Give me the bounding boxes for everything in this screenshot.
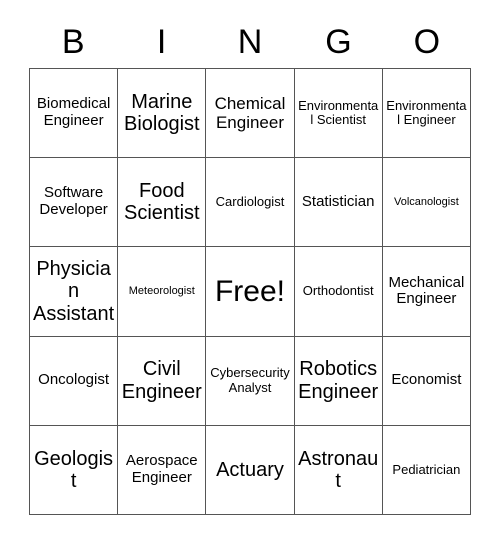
- bingo-cell-label: Oncologist: [38, 371, 110, 389]
- bingo-cell[interactable]: Mechanical Engineer: [382, 247, 471, 337]
- header-letter-i: I: [156, 23, 167, 61]
- header-letter-g: G: [325, 23, 352, 61]
- bingo-cell-label: Civil Engineer: [121, 358, 202, 403]
- bingo-cell-free[interactable]: Free!: [206, 247, 295, 337]
- bingo-cell[interactable]: Software Developer: [30, 158, 119, 248]
- bingo-cell-label: Physician Assistant: [33, 257, 115, 325]
- bingo-cell-label: Economist: [391, 371, 462, 389]
- bingo-cell-label: Chemical Engineer: [214, 94, 286, 133]
- bingo-cell-label: Environmental Engineer: [386, 97, 467, 128]
- bingo-cell-label: Statistician: [301, 192, 375, 210]
- bingo-cell[interactable]: Marine Biologist: [118, 69, 207, 159]
- bingo-header: B I N G O: [29, 16, 471, 68]
- bingo-cell-label: Cardiologist: [215, 194, 285, 210]
- bingo-cell[interactable]: Volcanologist: [382, 158, 471, 248]
- bingo-cell-label: Astronaut: [298, 447, 379, 492]
- bingo-cell-label: Geologist: [34, 447, 114, 492]
- bingo-cell-label: Food Scientist: [123, 179, 200, 225]
- bingo-grid: Biomedical Engineer Marine Biologist Chemi…: [29, 68, 471, 515]
- bingo-cell[interactable]: Aerospace Engineer: [118, 425, 207, 515]
- bingo-cell[interactable]: Chemical Engineer: [206, 69, 295, 159]
- bingo-cell[interactable]: Robotics Engineer: [294, 336, 383, 426]
- bingo-cell-label: Meteorologist: [128, 285, 195, 298]
- bingo-cell[interactable]: Actuary: [206, 425, 295, 515]
- bingo-cell-label: Biomedical Engineer: [36, 95, 111, 130]
- bingo-cell-label: Pediatrician: [392, 461, 461, 477]
- bingo-cell[interactable]: Orthodontist: [294, 247, 383, 337]
- bingo-cell-label: Free!: [214, 274, 285, 308]
- bingo-cell[interactable]: Cardiologist: [206, 158, 295, 248]
- bingo-cell-label: Actuary: [216, 458, 284, 481]
- bingo-cell-label: Aerospace Engineer: [125, 452, 198, 486]
- bingo-cell-label: Mechanical Engineer: [388, 273, 465, 308]
- bingo-cell-label: Environmental Scientist: [298, 97, 379, 128]
- header-letter-o: O: [413, 23, 441, 61]
- bingo-cell[interactable]: Pediatrician: [382, 425, 471, 515]
- bingo-cell[interactable]: Astronaut: [294, 425, 383, 515]
- bingo-cell-label: Volcanologist: [393, 196, 459, 209]
- header-letter-b: B: [61, 23, 85, 61]
- bingo-cell-label: Marine Biologist: [123, 90, 200, 136]
- bingo-cell-label: Software Developer: [39, 184, 108, 219]
- bingo-cell-label: Robotics Engineer: [298, 358, 379, 403]
- bingo-cell[interactable]: Cybersecurity Analyst: [206, 336, 295, 426]
- bingo-cell[interactable]: Statistician: [294, 158, 383, 248]
- bingo-cell[interactable]: Civil Engineer: [118, 336, 207, 426]
- bingo-cell[interactable]: Environmental Engineer: [382, 69, 471, 159]
- header-letter-n: N: [237, 23, 263, 61]
- bingo-cell[interactable]: Physician Assistant: [30, 247, 119, 337]
- bingo-cell[interactable]: Meteorologist: [118, 247, 207, 337]
- bingo-card: B I N G O Biomedical Engineer Marine Biol…: [0, 0, 500, 544]
- bingo-cell-label: Orthodontist: [302, 283, 374, 299]
- bingo-cell[interactable]: Geologist: [30, 425, 119, 515]
- bingo-cell[interactable]: Food Scientist: [118, 158, 207, 248]
- bingo-cell[interactable]: Environmental Scientist: [294, 69, 383, 159]
- bingo-cell[interactable]: Economist: [382, 336, 471, 426]
- bingo-cell-label: Cybersecurity Analyst: [210, 365, 290, 395]
- bingo-cell[interactable]: Biomedical Engineer: [30, 69, 119, 159]
- bingo-cell[interactable]: Oncologist: [30, 336, 119, 426]
